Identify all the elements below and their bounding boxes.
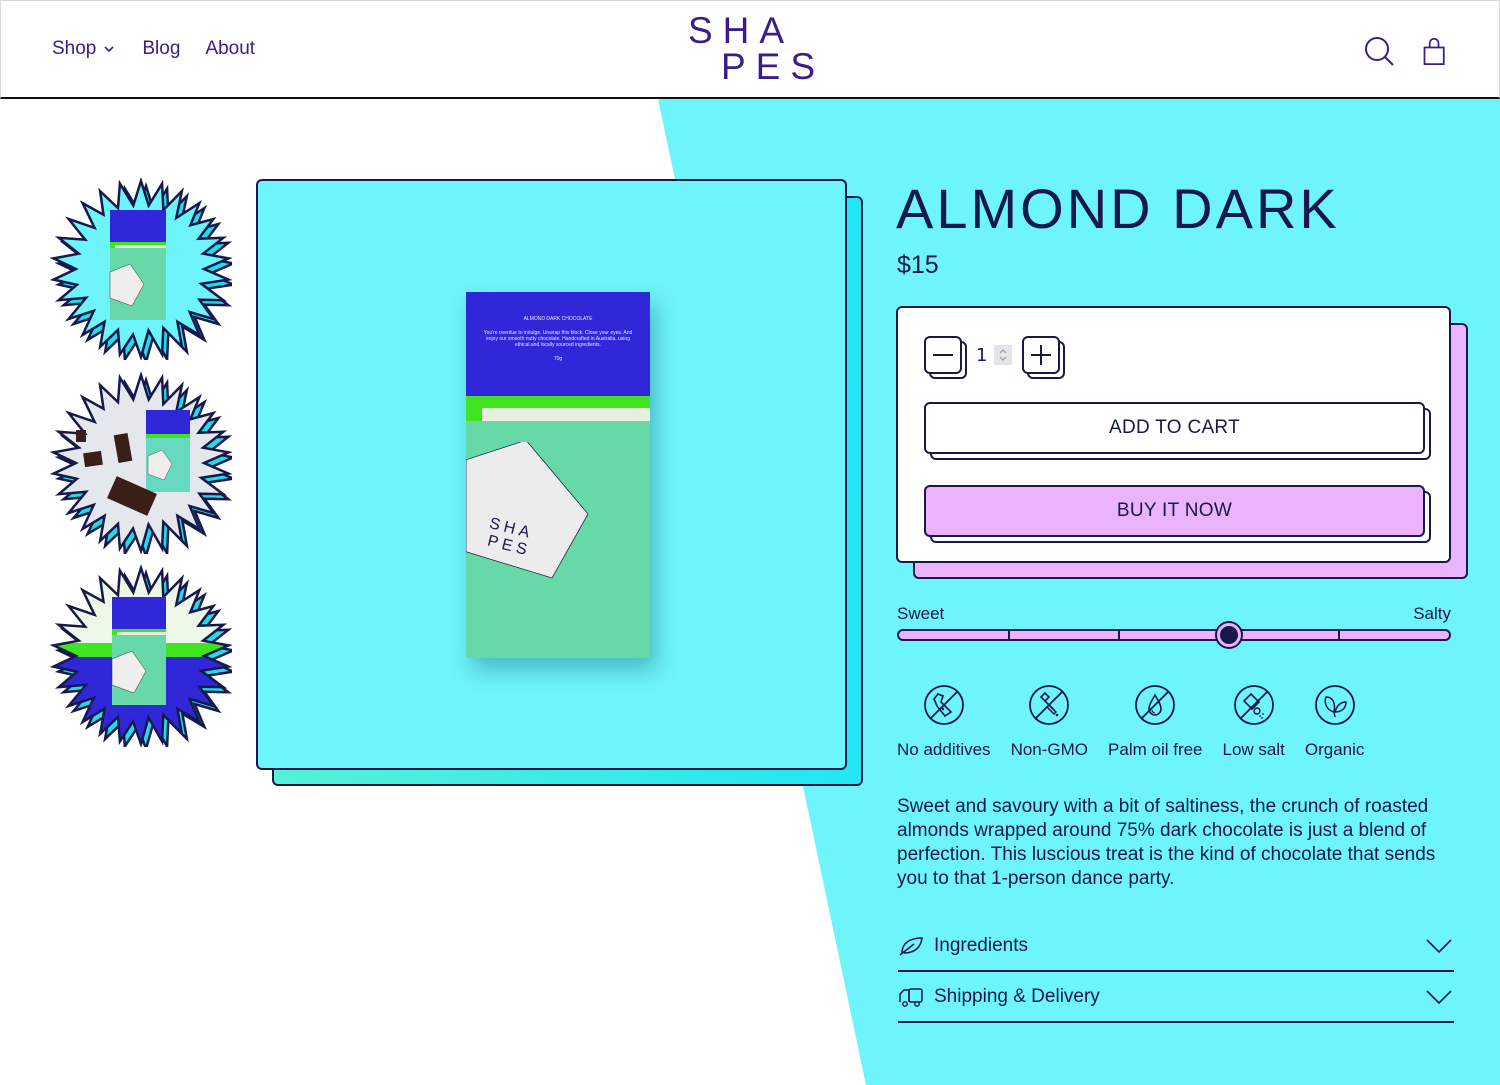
feature-list: No additives Non-GMO Palm oil free Low s… xyxy=(897,684,1384,760)
header-actions xyxy=(1363,34,1453,68)
feature-label: No additives xyxy=(897,740,991,759)
feature-label: Palm oil free xyxy=(1108,740,1203,759)
package-cream-band xyxy=(482,408,650,421)
chocolate-bar-package: ALMOND DARK CHOCOLATE You're overdue to … xyxy=(466,292,650,658)
feature-organic: Organic xyxy=(1304,684,1365,760)
product-title: ALMOND DARK xyxy=(896,177,1340,240)
package-title: ALMOND DARK CHOCOLATE xyxy=(523,316,593,322)
feature-label: Organic xyxy=(1304,740,1365,759)
taste-left-label: Sweet xyxy=(897,604,945,623)
feature-non-gmo: Non-GMO xyxy=(1011,684,1088,760)
product-price: $15 xyxy=(897,251,939,279)
quantity-decrease-button[interactable] xyxy=(924,336,967,379)
nav-shop[interactable]: Shop xyxy=(52,38,114,60)
quantity-stepper xyxy=(976,343,1016,367)
feature-low-salt: Low salt xyxy=(1223,684,1285,760)
palm-oil-free-icon xyxy=(1135,685,1176,725)
site-header: Shop Blog About SHA PES xyxy=(0,0,1500,99)
add-to-cart-label: ADD TO CART xyxy=(924,402,1425,454)
low-salt-icon xyxy=(1233,685,1274,725)
accordion-label: Shipping & Delivery xyxy=(934,986,1100,1007)
minus-icon xyxy=(933,354,953,356)
quantity-input[interactable] xyxy=(976,344,990,366)
leaf-icon xyxy=(899,937,923,956)
plus-icon xyxy=(1031,345,1051,365)
quantity-spinner[interactable] xyxy=(994,345,1012,365)
main-nav: Shop Blog About xyxy=(52,38,255,60)
add-to-cart-button[interactable]: ADD TO CART xyxy=(924,402,1431,460)
accordion-label: Ingredients xyxy=(934,935,1029,956)
quantity-increase-button[interactable] xyxy=(1022,336,1065,379)
buy-now-button[interactable]: BUY IT NOW xyxy=(924,485,1431,543)
starburst-thumbnail-3 xyxy=(49,563,238,754)
feature-label: Non-GMO xyxy=(1010,740,1089,759)
feature-label: Low salt xyxy=(1222,740,1285,759)
taste-slider-tick xyxy=(1338,631,1340,639)
package-weight: 70g xyxy=(553,356,563,362)
logo-line2: PES xyxy=(721,46,826,87)
chevron-down-icon xyxy=(1426,990,1452,1005)
package-top: ALMOND DARK CHOCOLATE You're overdue to … xyxy=(466,292,650,396)
product-description: Sweet and savoury with a bit of saltines… xyxy=(897,796,1436,889)
feature-palm-oil-free: Palm oil free xyxy=(1108,684,1203,760)
logo-line1: SHA xyxy=(688,10,795,51)
taste-slider-tick xyxy=(1008,631,1010,639)
thumbnail-2[interactable] xyxy=(49,370,238,561)
truck-icon xyxy=(899,988,923,1007)
non-gmo-icon xyxy=(1029,685,1070,725)
taste-slider-handle[interactable] xyxy=(1217,623,1241,647)
package-text: You're overdue to indulge. Unwrap this b… xyxy=(483,330,633,348)
starburst-thumbnail-1 xyxy=(49,176,238,367)
main-product-image[interactable]: ALMOND DARK CHOCOLATE You're overdue to … xyxy=(256,179,847,770)
no-additives-icon xyxy=(923,685,964,725)
nav-shop-label: Shop xyxy=(52,38,97,59)
taste-slider-tick xyxy=(1118,631,1120,639)
shopping-bag-icon[interactable] xyxy=(1421,34,1453,68)
accordion-ingredients[interactable]: Ingredients xyxy=(898,922,1454,972)
chevron-down-icon xyxy=(1426,939,1452,954)
taste-slider[interactable] xyxy=(897,623,1451,647)
taste-right-label: Salty xyxy=(1413,604,1451,623)
nav-about[interactable]: About xyxy=(205,38,255,60)
thumbnail-3[interactable] xyxy=(49,563,238,754)
thumbnail-1[interactable] xyxy=(49,176,238,367)
chevron-down-icon xyxy=(104,46,114,53)
nav-blog[interactable]: Blog xyxy=(142,38,180,60)
purchase-card: ADD TO CART BUY IT NOW xyxy=(896,306,1451,563)
organic-icon xyxy=(1314,685,1355,725)
accordion-shipping[interactable]: Shipping & Delivery xyxy=(898,973,1454,1023)
logo[interactable]: SHA PES xyxy=(688,10,826,89)
search-icon[interactable] xyxy=(1363,34,1395,68)
buy-now-label: BUY IT NOW xyxy=(924,485,1425,537)
feature-no-additives: No additives xyxy=(897,684,991,760)
package-pentagon-logo: SHA PES xyxy=(466,442,589,579)
taste-scale-labels: Sweet Salty xyxy=(897,604,1451,624)
starburst-thumbnail-2 xyxy=(49,370,238,561)
